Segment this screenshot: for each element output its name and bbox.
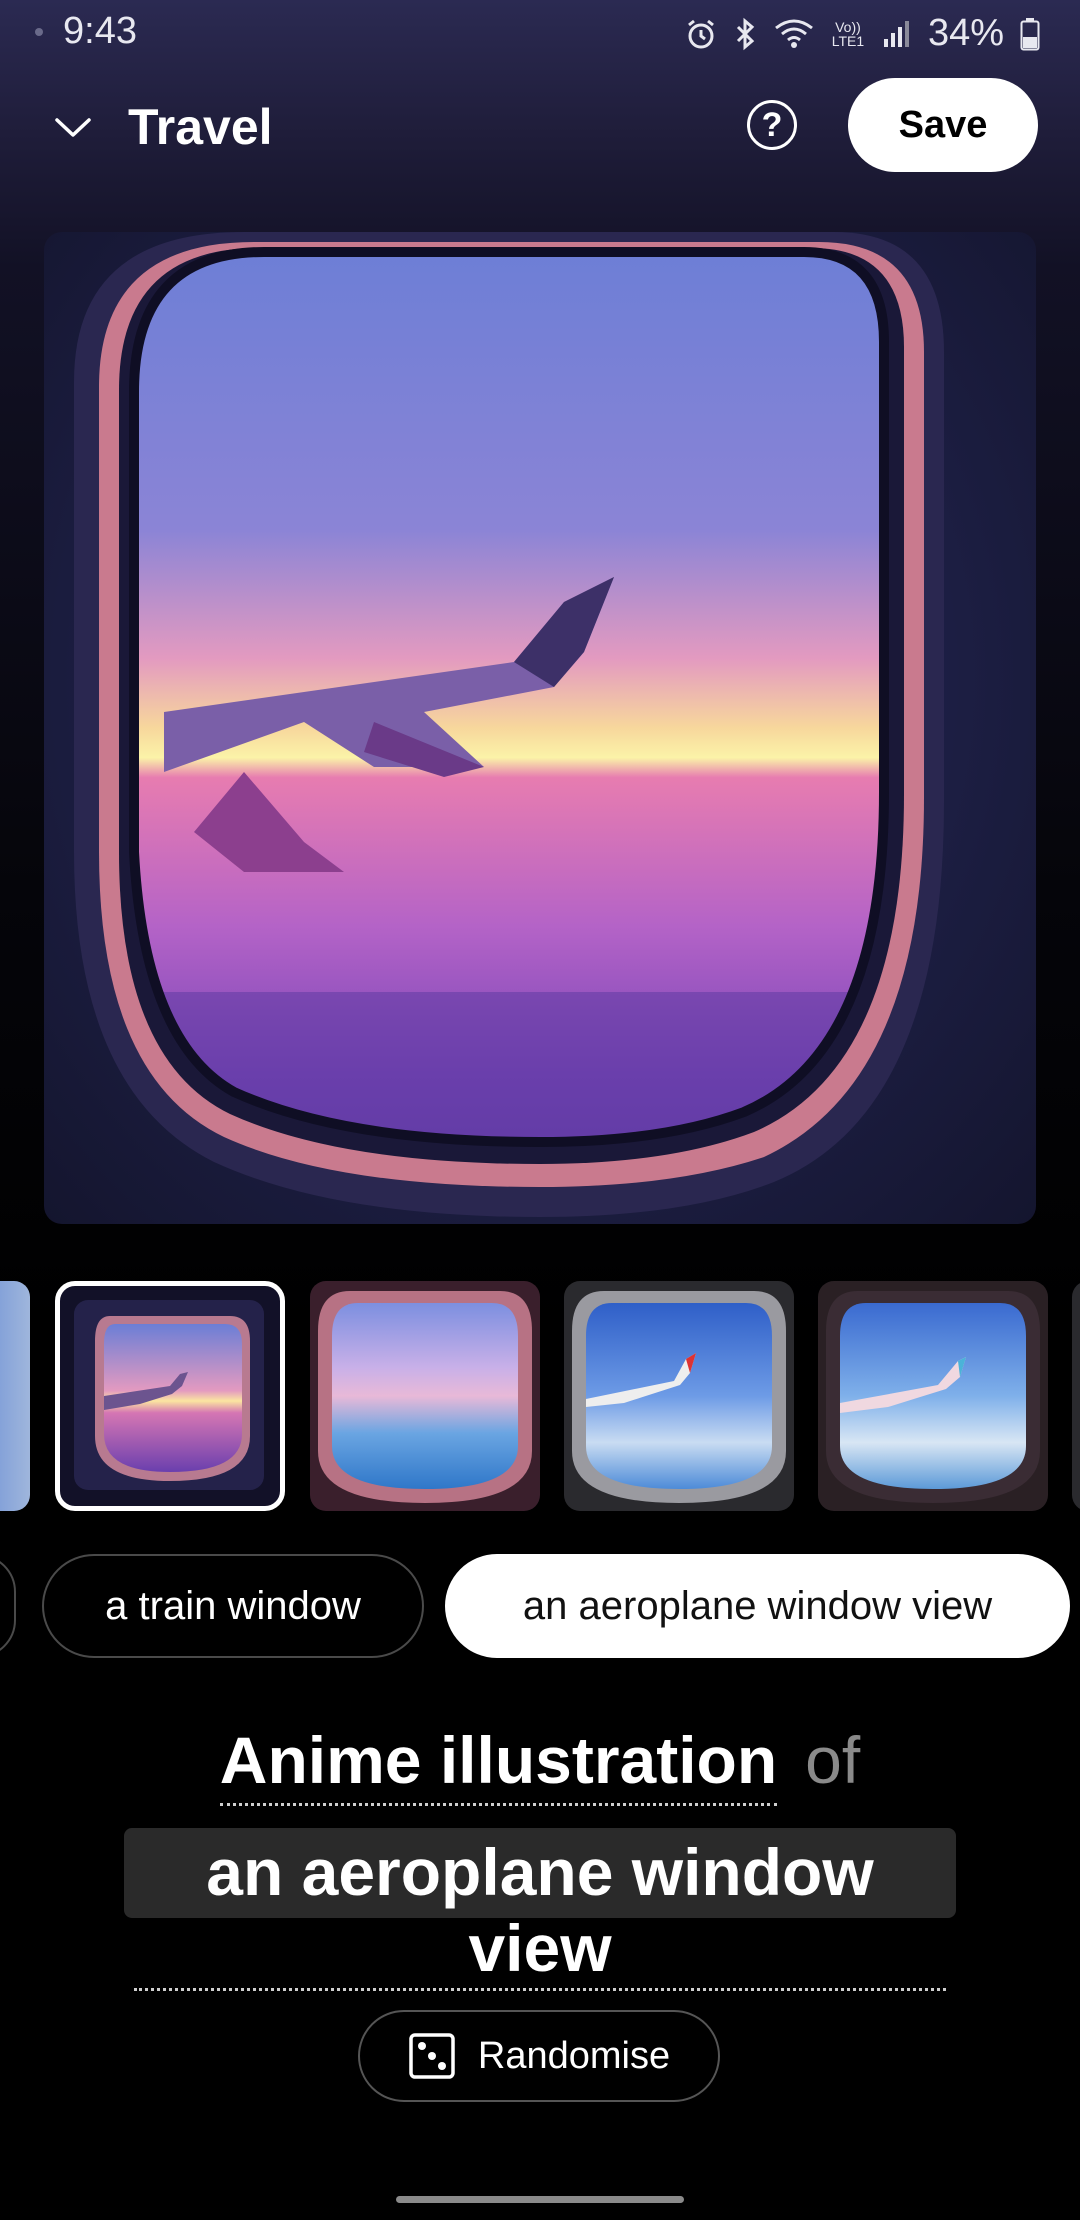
chip-a-train-window[interactable]: a train window xyxy=(42,1554,424,1658)
prompt-line: Anime illustration of xyxy=(0,1722,1080,1806)
collapse-button[interactable] xyxy=(48,102,98,152)
randomise-label: Randomise xyxy=(477,2034,671,2077)
notification-dot xyxy=(35,28,43,36)
thumbnail-strip[interactable] xyxy=(0,1278,1080,1514)
subject-chips: a train window an aeroplane window view xyxy=(0,1554,1080,1658)
status-bar: 9:43 Vo)) LTE1 34% xyxy=(0,0,1080,66)
chevron-down-icon xyxy=(55,118,91,137)
alarm-icon xyxy=(688,19,714,48)
screen: 9:43 Vo)) LTE1 34% Travel ? Save a train… xyxy=(0,0,1080,2220)
prompt-connector: of xyxy=(805,1723,861,1797)
header: Travel ? Save xyxy=(0,76,1080,176)
battery-percent: 34% xyxy=(927,12,1004,54)
thumbnail-0[interactable] xyxy=(0,1281,30,1511)
thumbnail-4[interactable] xyxy=(818,1281,1048,1511)
status-time: 9:43 xyxy=(63,10,137,52)
wifi-icon xyxy=(775,19,813,48)
dice-icon xyxy=(409,2033,455,2079)
thumbnail-image xyxy=(826,1291,1040,1503)
page-title: Travel xyxy=(128,99,273,155)
volte-lte1-icon: Vo)) LTE1 xyxy=(831,18,865,49)
help-icon: ? xyxy=(761,105,783,144)
main-image xyxy=(44,232,1036,1224)
thumbnail-3[interactable] xyxy=(564,1281,794,1511)
signal-icon xyxy=(883,20,909,47)
aeroplane-window-image xyxy=(74,232,944,1217)
chip-previous[interactable] xyxy=(0,1554,16,1658)
thumbnail-image xyxy=(318,1291,532,1503)
help-button[interactable]: ? xyxy=(747,100,797,150)
thumbnail-image xyxy=(572,1291,786,1503)
thumbnail-image xyxy=(74,1300,264,1490)
prompt-subject-highlight[interactable]: an aeroplane window view xyxy=(124,1828,956,1991)
chip-an-aeroplane-window-view[interactable]: an aeroplane window view xyxy=(445,1554,1070,1658)
thumbnail-1[interactable] xyxy=(55,1281,285,1511)
prompt-subject-selector[interactable]: an aeroplane window view xyxy=(134,1834,946,1991)
thumbnail-2[interactable] xyxy=(310,1281,540,1511)
bluetooth-icon xyxy=(736,17,755,50)
thumbnail-5[interactable] xyxy=(1072,1281,1080,1511)
prompt-style-selector[interactable]: Anime illustration xyxy=(219,1723,778,1806)
battery-icon xyxy=(1020,17,1040,50)
save-button[interactable]: Save xyxy=(848,78,1038,172)
status-icons: Vo)) LTE1 34% xyxy=(684,12,1040,55)
randomise-button[interactable]: Randomise xyxy=(358,2010,720,2102)
home-indicator[interactable] xyxy=(396,2196,684,2203)
